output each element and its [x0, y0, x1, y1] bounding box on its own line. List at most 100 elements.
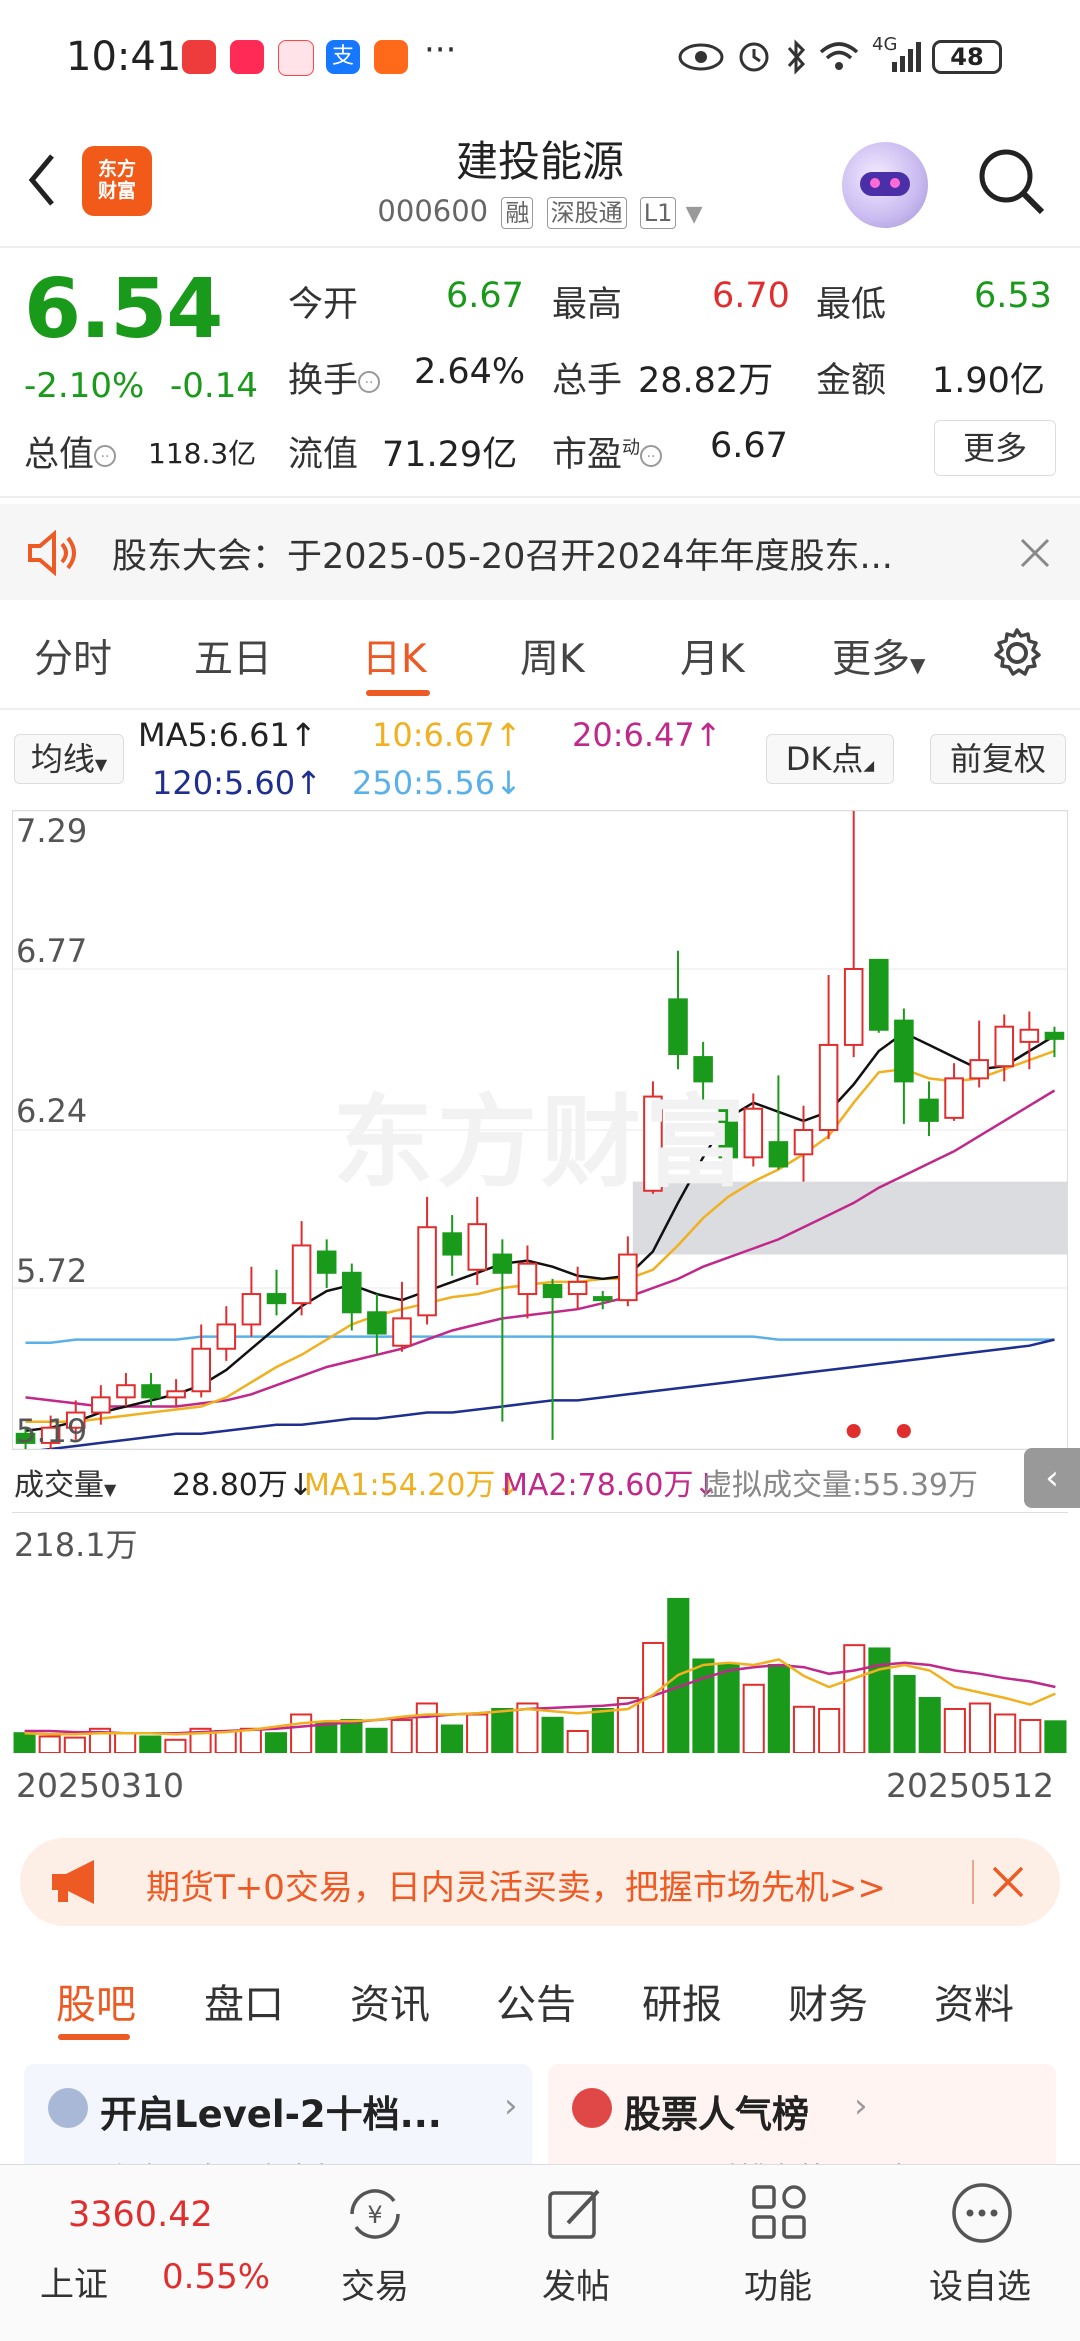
- candle-body: [467, 1223, 488, 1271]
- candle-body: [592, 1296, 613, 1302]
- function-label[interactable]: 功能: [718, 2259, 838, 2308]
- trade-label[interactable]: 交易: [315, 2259, 435, 2308]
- level2-title: 开启Level-2十档...: [100, 2093, 442, 2136]
- y-tick-label: 7.29: [16, 812, 88, 850]
- info-icon[interactable]: ··: [94, 445, 117, 467]
- candle-body: [141, 1384, 161, 1399]
- tab-five-day[interactable]: 五日: [194, 628, 272, 684]
- volume-bar: [918, 1696, 941, 1753]
- y-tick-label: 5.72: [16, 1252, 88, 1290]
- volume-svg: [13, 1597, 1067, 1753]
- volume-chart[interactable]: [12, 1512, 1068, 1753]
- tab-research[interactable]: 研报: [642, 1972, 722, 2030]
- volume-selector[interactable]: 成交量▼: [14, 1460, 116, 1504]
- candle-body: [542, 1283, 563, 1299]
- wifi-icon: [819, 42, 859, 70]
- volume-bar: [717, 1663, 740, 1753]
- ad-text: 期货T+0交易，日内灵活买卖，把握市场先机>>: [146, 1868, 886, 1908]
- volume-bar: [943, 1707, 966, 1753]
- volume-bar: [38, 1735, 61, 1753]
- tab-pankou[interactable]: 盘口: [204, 1972, 284, 2030]
- volume-bar: [114, 1732, 137, 1753]
- candle-body: [1044, 1031, 1065, 1040]
- popularity-card[interactable]: 股票人气榜 › A股即时排名第377名: [548, 2064, 1056, 2174]
- turnover-label: 换手 ··: [288, 352, 381, 403]
- volume-ma1: MA1:54.20万↓: [304, 1468, 521, 1503]
- mktcap-label: 总值 ··: [24, 426, 117, 477]
- level2-card[interactable]: 开启Level-2十档... › 资金动向洞察先机: [24, 2064, 532, 2174]
- candle-body: [869, 958, 889, 1031]
- more-dots-icon[interactable]: [950, 2181, 1014, 2245]
- volume-bar: [692, 1658, 715, 1753]
- tabs-divider: [0, 708, 1080, 710]
- candle-body: [894, 1019, 914, 1083]
- dk-point-button[interactable]: DK点◢: [766, 734, 894, 784]
- battery-icon: 48: [932, 40, 1002, 74]
- current-price: 6.54: [24, 262, 223, 357]
- post-label[interactable]: 发帖: [516, 2259, 636, 2308]
- ranking-icon: [572, 2088, 612, 2128]
- notice-text: 股东大会：于2025-05-20召开2024年年度股东...: [112, 537, 893, 577]
- candle-body: [216, 1323, 237, 1350]
- start-date: 20250310: [16, 1766, 184, 1805]
- candle-body: [291, 1244, 312, 1305]
- float-value: 71.29亿: [382, 435, 518, 475]
- status-bar: 10:41 支 ··· 4G 48: [0, 0, 1080, 112]
- search-icon[interactable]: [976, 146, 1046, 216]
- adjust-button[interactable]: 前复权: [930, 734, 1066, 784]
- index-name[interactable]: 上证: [40, 2257, 108, 2306]
- tab-guba[interactable]: 股吧: [56, 1972, 136, 2030]
- float-label: 流值: [288, 435, 359, 475]
- tab-intraday[interactable]: 分时: [34, 628, 112, 684]
- close-icon[interactable]: [1018, 536, 1052, 570]
- tab-finance[interactable]: 财务: [788, 1972, 868, 2030]
- volume-bar: [591, 1707, 614, 1753]
- edit-post-icon[interactable]: [546, 2183, 606, 2243]
- info-icon[interactable]: ··: [640, 445, 663, 467]
- settings-gear-icon[interactable]: [990, 626, 1044, 680]
- collapse-panel-icon[interactable]: ‹: [1024, 1448, 1080, 1508]
- bluetooth-icon: [787, 39, 806, 75]
- candle-body: [567, 1280, 588, 1296]
- volume-ma2: MA2:78.60万↓: [502, 1468, 719, 1503]
- app-send-icon: [374, 40, 408, 74]
- index-change[interactable]: 0.55%: [162, 2257, 270, 2297]
- more-quote-button[interactable]: 更多: [934, 420, 1056, 476]
- status-time: 10:41: [66, 34, 182, 80]
- notice-bar[interactable]: 股东大会：于2025-05-20召开2024年年度股东...: [0, 504, 1080, 600]
- volume-bar: [264, 1732, 288, 1753]
- volume-bar: [968, 1702, 992, 1753]
- change-percent: -2.10%: [24, 366, 145, 406]
- volume-bar: [315, 1721, 338, 1753]
- tab-more[interactable]: 更多▼: [832, 628, 925, 684]
- pe-label: 市盈动 ··: [552, 426, 663, 477]
- tab-profile[interactable]: 资料: [934, 1972, 1014, 2030]
- info-icon[interactable]: ··: [358, 371, 381, 393]
- ma-selector[interactable]: 均线▼: [14, 734, 124, 784]
- index-value[interactable]: 3360.42: [68, 2195, 213, 2235]
- candle-body: [994, 1025, 1015, 1068]
- candle-body: [266, 1293, 287, 1305]
- low-value: 6.53: [974, 276, 1052, 316]
- ai-assistant-avatar[interactable]: [842, 142, 928, 228]
- candle-body: [316, 1250, 337, 1274]
- function-grid-icon[interactable]: [750, 2183, 810, 2243]
- end-date: 20250512: [886, 1766, 1054, 1805]
- watchlist-label[interactable]: 设自选: [920, 2259, 1040, 2308]
- kline-chart[interactable]: 东方财富: [12, 810, 1068, 1450]
- tab-weekly-k[interactable]: 周K: [520, 628, 585, 684]
- tab-daily-k[interactable]: 日K: [362, 628, 427, 684]
- candle-body: [969, 1059, 989, 1080]
- tab-announcements[interactable]: 公告: [496, 1972, 576, 2030]
- futures-ad-banner[interactable]: 期货T+0交易，日内灵活买卖，把握市场先机>>: [20, 1838, 1060, 1926]
- volume-bar: [440, 1724, 464, 1753]
- close-icon[interactable]: [990, 1864, 1026, 1900]
- trade-icon[interactable]: ¥: [342, 2181, 408, 2247]
- bottom-nav: 3360.42 上证 0.55% ¥ 交易 发帖 功能 设自选: [0, 2164, 1080, 2341]
- tab-monthly-k[interactable]: 月K: [680, 628, 745, 684]
- signal-icon: [892, 42, 921, 72]
- volume-bar: [13, 1732, 36, 1753]
- quote-divider: [0, 496, 1080, 498]
- volume-bar: [239, 1727, 262, 1753]
- tab-news[interactable]: 资讯: [350, 1972, 430, 2030]
